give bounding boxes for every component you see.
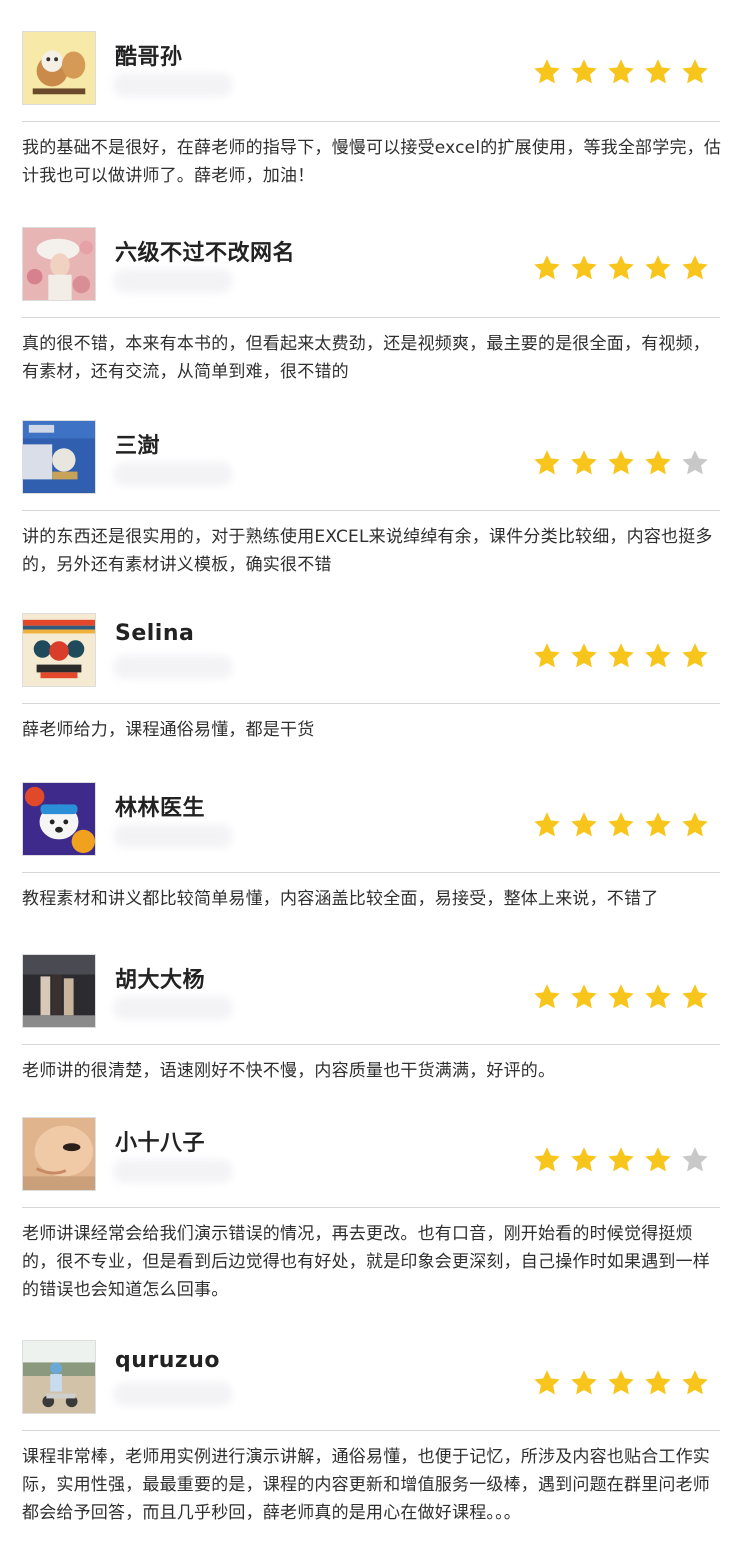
user-avatar[interactable] — [22, 31, 96, 105]
user-name[interactable]: quruzuo — [115, 1348, 220, 1373]
divider — [22, 1044, 720, 1045]
review-text: 讲的东西还是很实用的，对于熟练使用EXCEL来说绰绰有余，课件分类比较细，内容也… — [22, 527, 713, 575]
star-rating — [532, 253, 717, 283]
divider — [22, 510, 720, 511]
divider — [22, 317, 720, 318]
star-rating — [532, 641, 717, 671]
star-filled-icon — [606, 982, 643, 1012]
star-filled-icon — [680, 1368, 717, 1398]
user-name[interactable]: 酷哥孙 — [115, 39, 183, 71]
blurred-meta — [113, 269, 233, 293]
star-filled-icon — [569, 641, 606, 671]
star-filled-icon — [643, 1368, 680, 1398]
review-text: 课程非常棒，老师用实例进行演示讲解，通俗易懂，也便于记忆，所涉及内容也贴合工作实… — [22, 1447, 710, 1523]
star-filled-icon — [606, 448, 643, 478]
star-rating — [532, 810, 717, 840]
star-rating — [532, 448, 717, 478]
star-filled-icon — [680, 57, 717, 87]
star-empty-icon — [680, 1145, 717, 1175]
blurred-meta — [113, 462, 233, 486]
star-filled-icon — [606, 253, 643, 283]
user-avatar[interactable] — [22, 782, 96, 856]
divider — [22, 872, 720, 873]
divider — [22, 1430, 720, 1431]
review-text: 老师讲的很清楚，语速刚好不快不慢，内容质量也干货满满，好评的。 — [22, 1061, 556, 1081]
star-filled-icon — [643, 448, 680, 478]
star-filled-icon — [532, 253, 569, 283]
blurred-meta — [113, 655, 233, 679]
star-filled-icon — [680, 253, 717, 283]
user-avatar[interactable] — [22, 420, 96, 494]
blurred-meta — [113, 1159, 233, 1183]
star-filled-icon — [532, 1368, 569, 1398]
star-filled-icon — [606, 57, 643, 87]
review-text: 老师讲课经常会给我们演示错误的情况，再去更改。也有口音，刚开始看的时候觉得挺烦的… — [22, 1224, 710, 1300]
blurred-meta — [113, 824, 233, 848]
star-empty-icon — [680, 448, 717, 478]
star-filled-icon — [569, 982, 606, 1012]
star-filled-icon — [606, 810, 643, 840]
user-avatar[interactable] — [22, 227, 96, 301]
star-rating — [532, 1368, 717, 1398]
star-filled-icon — [532, 57, 569, 87]
star-filled-icon — [569, 810, 606, 840]
review-text: 薛老师给力，课程通俗易懂，都是干货 — [22, 720, 315, 740]
star-filled-icon — [532, 641, 569, 671]
user-avatar[interactable] — [22, 954, 96, 1028]
star-rating — [532, 1145, 717, 1175]
star-filled-icon — [569, 448, 606, 478]
star-filled-icon — [569, 253, 606, 283]
user-avatar[interactable] — [22, 613, 96, 687]
star-filled-icon — [643, 1145, 680, 1175]
star-filled-icon — [643, 982, 680, 1012]
star-filled-icon — [643, 810, 680, 840]
star-filled-icon — [643, 641, 680, 671]
star-filled-icon — [680, 641, 717, 671]
star-filled-icon — [606, 1145, 643, 1175]
star-filled-icon — [569, 1145, 606, 1175]
star-filled-icon — [680, 810, 717, 840]
divider — [22, 703, 720, 704]
review-text: 教程素材和讲义都比较简单易懂，内容涵盖比较全面，易接受，整体上来说，不错了 — [22, 889, 659, 909]
star-rating — [532, 57, 717, 87]
star-rating — [532, 982, 717, 1012]
star-filled-icon — [606, 641, 643, 671]
star-filled-icon — [569, 57, 606, 87]
star-filled-icon — [680, 982, 717, 1012]
user-name[interactable]: 小十八子 — [115, 1125, 205, 1157]
user-avatar[interactable] — [22, 1117, 96, 1191]
star-filled-icon — [532, 1145, 569, 1175]
user-name[interactable]: Selina — [115, 621, 194, 646]
blurred-meta — [113, 73, 233, 97]
star-filled-icon — [532, 448, 569, 478]
user-avatar[interactable] — [22, 1340, 96, 1414]
divider — [22, 1207, 720, 1208]
user-name[interactable]: 六级不过不改网名 — [115, 235, 295, 267]
user-name[interactable]: 三澍 — [115, 428, 160, 460]
review-text: 我的基础不是很好，在薛老师的指导下，慢慢可以接受excel的扩展使用，等我全部学… — [22, 138, 722, 186]
star-filled-icon — [532, 810, 569, 840]
star-filled-icon — [643, 57, 680, 87]
divider — [22, 121, 720, 122]
blurred-meta — [113, 1382, 233, 1406]
blurred-meta — [113, 996, 233, 1020]
review-text: 真的很不错，本来有本书的，但看起来太费劲，还是视频爽，最主要的是很全面，有视频，… — [22, 334, 710, 382]
star-filled-icon — [643, 253, 680, 283]
star-filled-icon — [569, 1368, 606, 1398]
user-name[interactable]: 林林医生 — [115, 790, 205, 822]
star-filled-icon — [606, 1368, 643, 1398]
star-filled-icon — [532, 982, 569, 1012]
user-name[interactable]: 胡大大杨 — [115, 962, 205, 994]
